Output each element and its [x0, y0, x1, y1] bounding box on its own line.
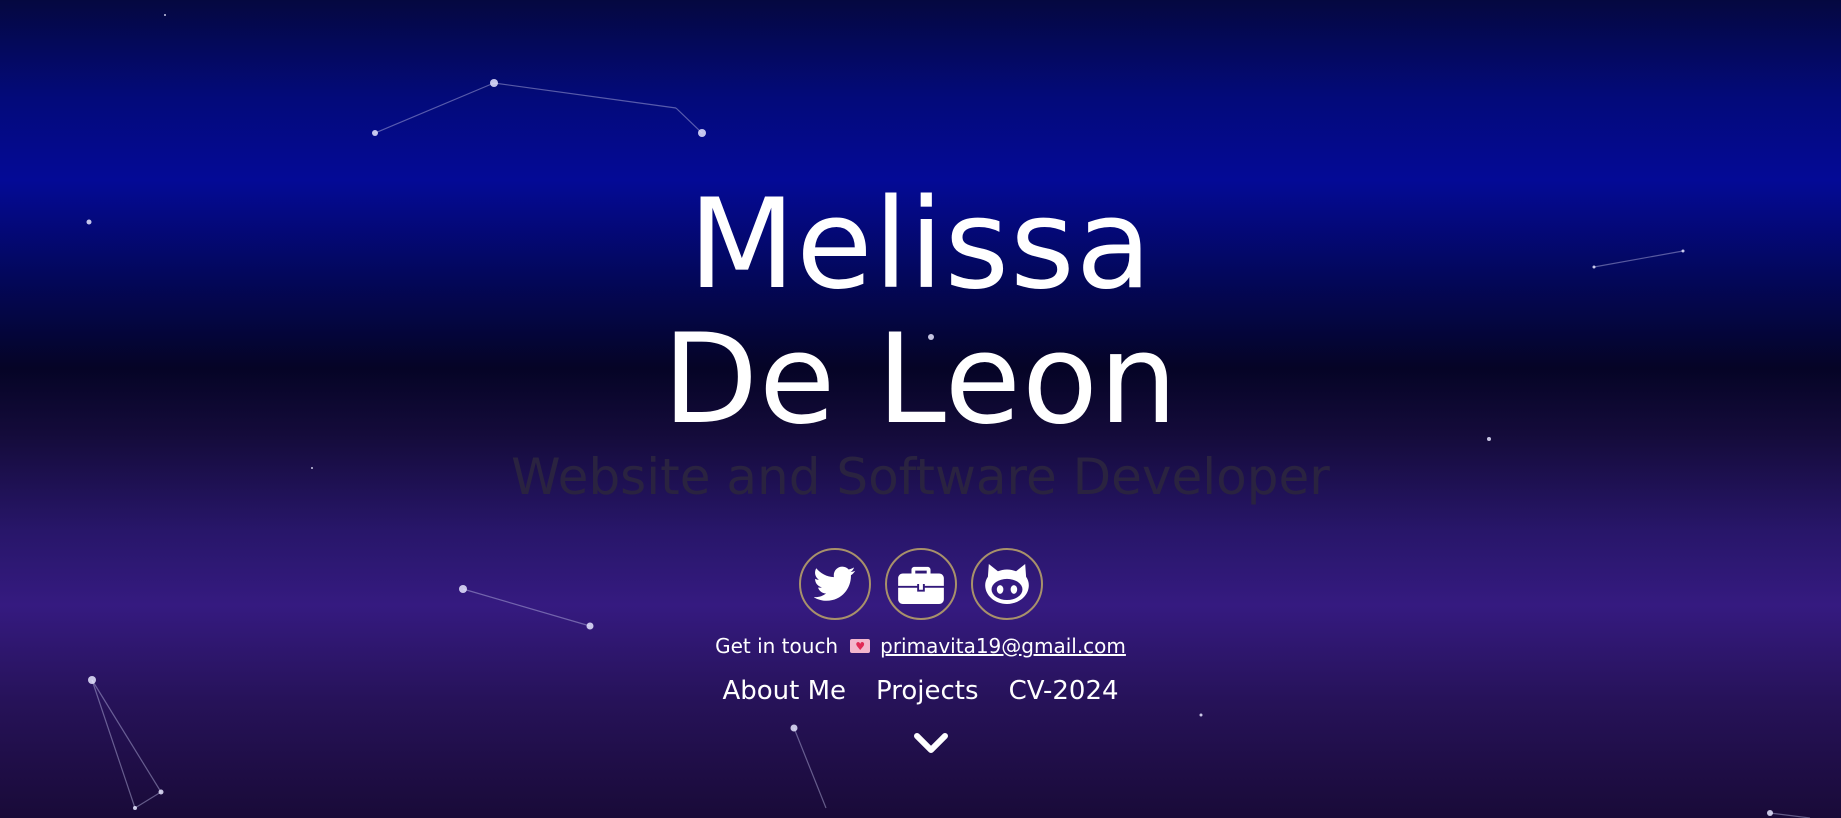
name-first-line: Melissa — [688, 173, 1153, 317]
nav-projects[interactable]: Projects — [876, 676, 979, 706]
github-icon — [984, 564, 1029, 604]
twitter-icon — [813, 566, 855, 601]
contact-label: Get in touch — [715, 634, 839, 658]
scroll-down-button[interactable] — [912, 728, 950, 758]
nav-about-me[interactable]: About Me — [722, 676, 846, 706]
portfolio-button[interactable] — [884, 548, 957, 620]
subtitle: Website and Software Developer — [511, 448, 1330, 506]
name-last-line: De Leon — [662, 308, 1179, 452]
main-nav: About Me Projects CV-2024 — [0, 676, 1841, 706]
nav-cv-2024[interactable]: CV-2024 — [1009, 676, 1119, 706]
envelope-heart-icon: ♥ — [850, 639, 871, 653]
contact-line: Get in touch ♥ primavita19@gmail.com — [0, 634, 1841, 658]
github-button[interactable] — [970, 548, 1043, 620]
email-link[interactable]: primavita19@gmail.com — [880, 634, 1126, 658]
briefcase-icon — [897, 566, 944, 604]
chevron-down-icon — [914, 733, 948, 753]
hero-section: Melissa De Leon Website and Software Dev… — [0, 0, 1841, 818]
twitter-button[interactable] — [798, 548, 871, 620]
social-links — [0, 548, 1841, 620]
